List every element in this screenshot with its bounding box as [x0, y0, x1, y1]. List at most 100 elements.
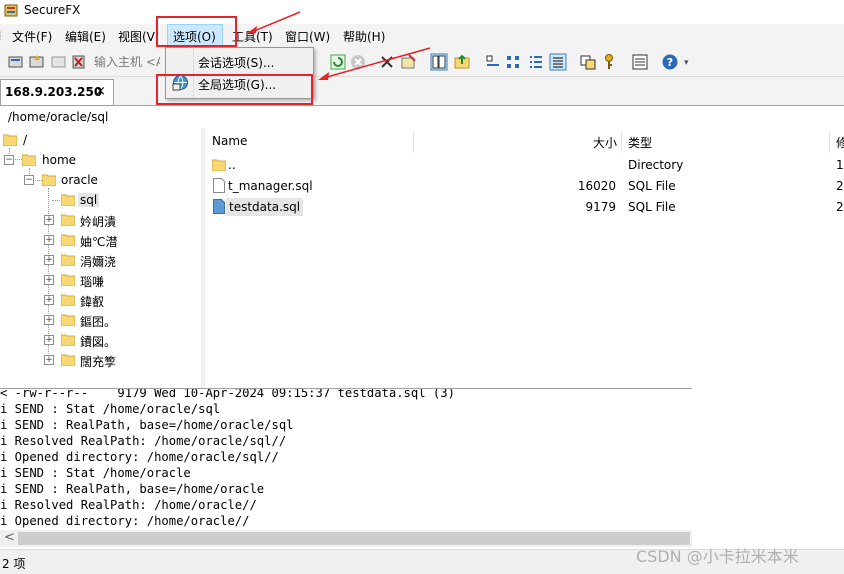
tree-item-label: 鏂囨。 [80, 315, 117, 329]
path-text[interactable]: /home/oracle/sql [8, 110, 108, 124]
sync-icon[interactable] [579, 53, 597, 71]
menu-tools[interactable]: 工具(T) [232, 28, 273, 45]
log-line: i SEND : Stat /home/oracle/sql [0, 402, 221, 416]
folder-icon [61, 294, 75, 306]
file-modified: 1( [836, 158, 844, 172]
expand-icon[interactable]: + [44, 255, 54, 265]
folder-icon [3, 134, 17, 146]
host-input[interactable]: 输入主机 <A [94, 53, 160, 69]
details-view-icon[interactable] [549, 53, 567, 71]
table-row[interactable]: .. Directory 1( [205, 155, 844, 175]
key-icon[interactable] [600, 53, 618, 71]
folder-icon [61, 234, 75, 246]
scroll-left-icon[interactable]: < [4, 530, 15, 545]
folder-icon [61, 354, 75, 366]
folder-icon [42, 174, 56, 186]
delete-icon[interactable] [70, 53, 88, 71]
folder-icon [61, 194, 75, 206]
view-panes-icon[interactable] [430, 53, 448, 71]
stop-icon[interactable] [349, 53, 367, 71]
tree-item-label: sql [78, 193, 100, 207]
menu-file[interactable]: 文件(F) [12, 28, 52, 45]
tree-item-label: 闊充箰 [80, 355, 117, 369]
log-pane[interactable]: < -rw-r--r-- 9179 Wed 10-Apr-2024 09:15:… [0, 388, 692, 531]
svg-text:?: ? [667, 56, 673, 69]
folder-tree[interactable]: / − home − oracle sql + 妗岄潰 + 妯℃澘 + 涓嬭浇 … [0, 128, 202, 388]
path-bar[interactable]: /home/oracle/sql [0, 106, 844, 129]
folder-icon [61, 274, 75, 286]
expand-icon[interactable]: + [44, 315, 54, 325]
file-name: .. [228, 158, 236, 172]
toolbar-overflow-icon[interactable]: ▾ [684, 58, 689, 68]
menu-view[interactable]: 视图(V [118, 28, 155, 45]
securefx-app-icon [4, 4, 18, 17]
watermark: CSDN @小卡拉米本米 [636, 547, 799, 566]
expand-icon[interactable]: + [44, 215, 54, 225]
tree-item-label: / [23, 133, 28, 147]
up-folder-icon[interactable] [453, 53, 471, 71]
column-header-type[interactable]: 类型 [628, 134, 652, 151]
log-line: i SEND : RealPath, base=/home/oracle/sql [0, 418, 294, 432]
annotation-box-global-options [156, 74, 313, 105]
small-icons-icon[interactable] [505, 53, 523, 71]
file-size: 9179 [585, 200, 616, 214]
session-tab-label: 168.9.203.250 [5, 85, 103, 99]
folder-icon [22, 154, 36, 166]
file-modified: 2( [836, 200, 844, 214]
tree-item-label: 涓嬭浇 [80, 255, 117, 269]
status-text: 2 项 [2, 557, 26, 571]
tree-item-label: home [42, 153, 77, 167]
file-list[interactable]: Name 大小 类型 修 .. Directory 1( t_manager.s… [205, 128, 844, 388]
large-icons-icon[interactable] [484, 53, 502, 71]
column-header-name[interactable]: Name [212, 134, 247, 148]
menu-edit[interactable]: 编辑(E) [65, 28, 106, 45]
disconnect-icon[interactable] [50, 53, 68, 71]
log-line: i Opened directory: /home/oracle/sql// [0, 450, 279, 464]
folder-icon [61, 254, 75, 266]
file-type: SQL File [628, 179, 676, 193]
tree-item-label: 鍏叡 [80, 295, 105, 309]
menu-item-label: 会话选项(S)... [198, 56, 275, 70]
file-type: Directory [628, 158, 684, 172]
window-title: SecureFX [24, 3, 81, 17]
sql-file-icon [213, 199, 225, 214]
log-line: i Opened directory: /home/oracle// [0, 514, 250, 528]
folder-icon [212, 159, 226, 171]
menu-item-session-options[interactable]: 会话选项(S)... [166, 50, 313, 72]
tree-item-label: 妗岄潰 [80, 215, 117, 229]
file-size: 16020 [577, 179, 616, 193]
scrollbar-thumb[interactable] [18, 532, 690, 545]
column-header-modified[interactable]: 修 [836, 134, 844, 151]
table-row[interactable]: t_manager.sql 16020 SQL File 2( [205, 176, 844, 196]
properties-icon[interactable] [400, 53, 418, 71]
expand-icon[interactable]: + [44, 335, 54, 345]
menu-grip: ⁞ [0, 29, 2, 43]
list-view-icon[interactable] [527, 53, 545, 71]
quick-connect-icon[interactable] [28, 53, 46, 71]
help-icon[interactable]: ? [661, 53, 679, 71]
collapse-icon[interactable]: − [4, 155, 14, 165]
delete-x-icon[interactable] [378, 53, 396, 71]
expand-icon[interactable]: + [44, 355, 54, 365]
folder-icon [61, 314, 75, 326]
log-line: i Resolved RealPath: /home/oracle/sql// [0, 434, 287, 448]
tree-item-label: 妯℃澘 [80, 235, 118, 249]
expand-icon[interactable]: + [44, 295, 54, 305]
expand-icon[interactable]: + [44, 235, 54, 245]
menu-window[interactable]: 窗口(W) [285, 28, 330, 45]
log-icon[interactable] [631, 53, 649, 71]
folder-icon [61, 334, 75, 346]
expand-icon[interactable]: + [44, 275, 54, 285]
menu-help[interactable]: 帮助(H) [343, 28, 385, 45]
log-line: i SEND : RealPath, base=/home/oracle [0, 482, 265, 496]
collapse-icon[interactable]: − [24, 175, 34, 185]
refresh-icon[interactable] [329, 53, 347, 71]
session-tab[interactable]: 168.9.203.250 × [0, 79, 114, 105]
connect-icon[interactable] [7, 53, 25, 71]
close-icon[interactable]: × [95, 84, 106, 99]
column-header-size[interactable]: 大小 [593, 134, 617, 151]
session-tab-bar: 168.9.203.250 × [0, 77, 844, 106]
title-bar: SecureFX [0, 0, 844, 22]
horizontal-scrollbar[interactable]: < [0, 530, 692, 547]
table-row[interactable]: testdata.sql 9179 SQL File 2( [205, 197, 844, 217]
